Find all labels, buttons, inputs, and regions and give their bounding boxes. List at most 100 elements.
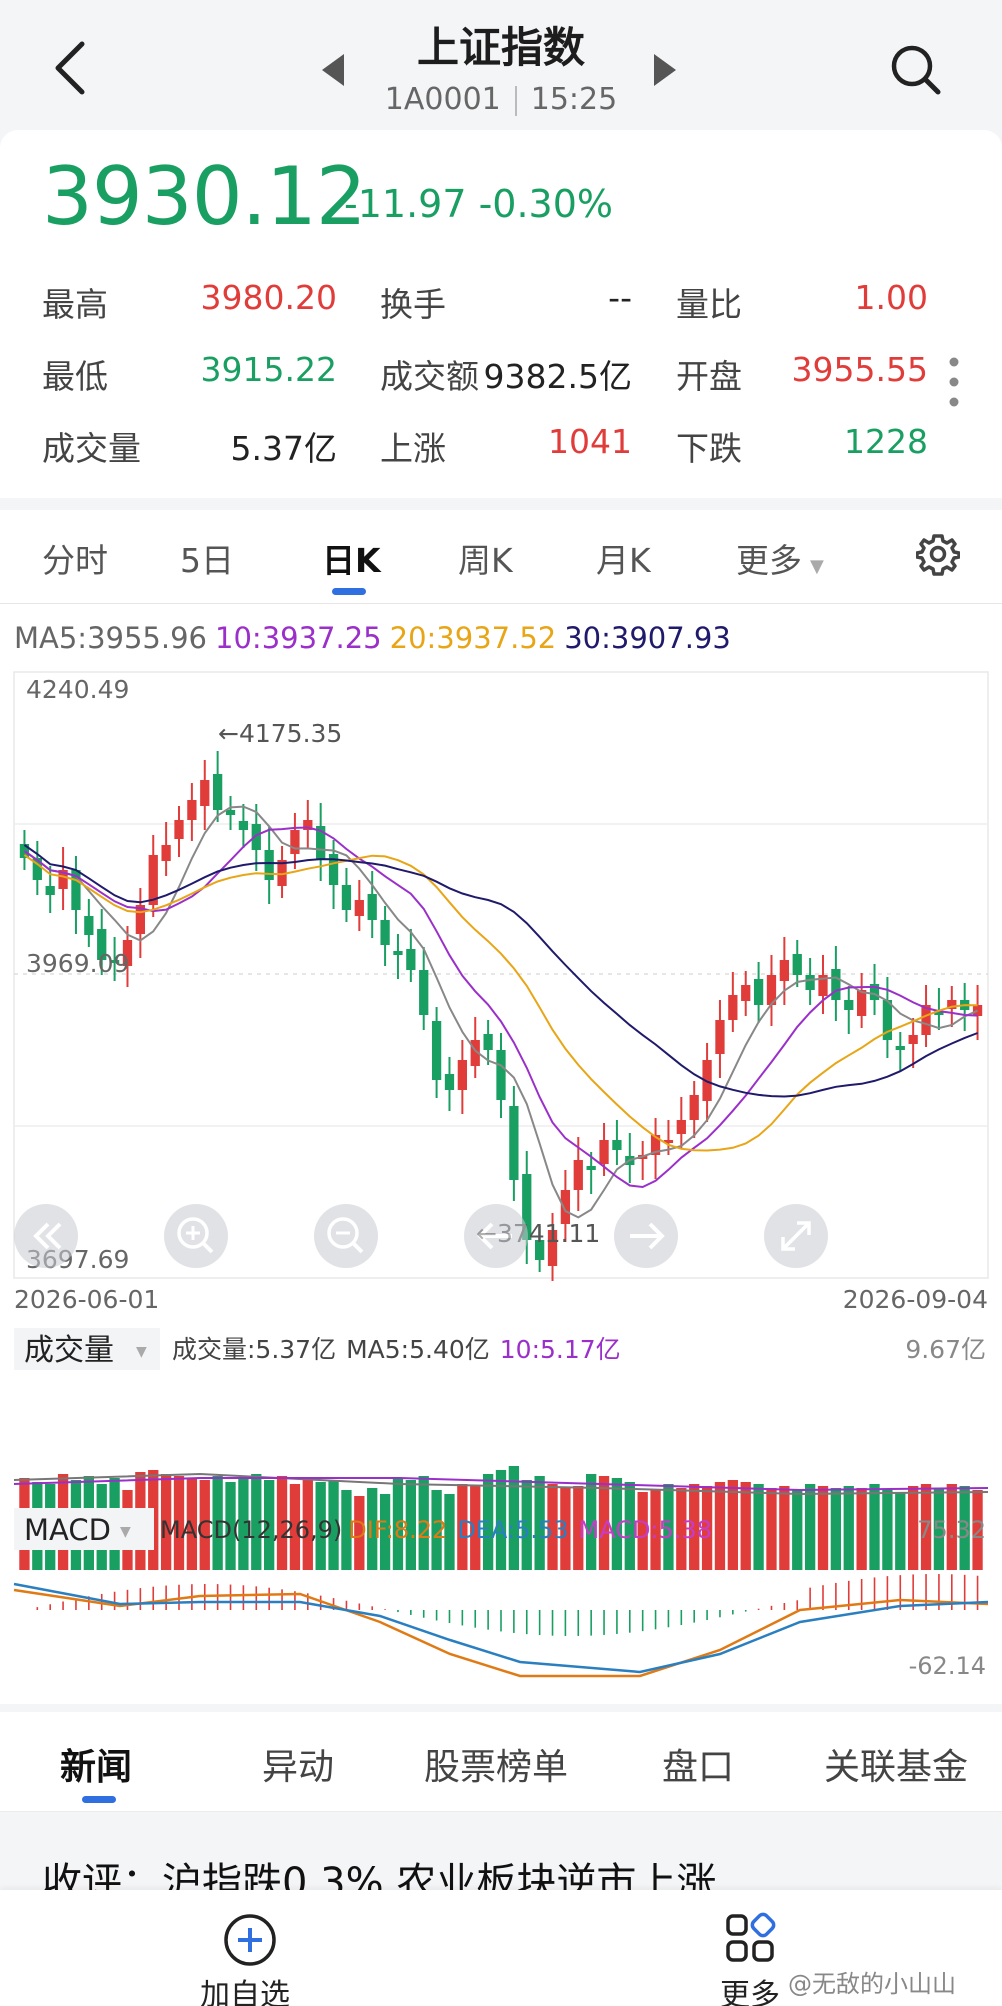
stat-label: 上涨 — [380, 429, 446, 468]
candle-body — [728, 995, 738, 1020]
more-label[interactable]: 更多 — [720, 1970, 780, 2006]
more-vertical-icon[interactable] — [944, 352, 964, 412]
settings-gear-icon[interactable] — [916, 532, 960, 576]
stat-value: 3915.22 — [200, 350, 337, 389]
stat-label: 换手 — [380, 285, 446, 324]
candle-body — [483, 1034, 493, 1050]
stat-value: 5.37亿 — [230, 429, 337, 468]
volume-bar — [804, 1484, 816, 1570]
stat-open: 开盘 3955.55 — [676, 350, 928, 396]
macd-group — [13, 1574, 989, 1678]
macd-panel-title: MACD — [24, 1513, 111, 1547]
volume-bar — [792, 1490, 803, 1570]
macd-min: -62.14 — [909, 1652, 986, 1680]
volume-bar — [766, 1488, 777, 1570]
ma10-legend-text: 10:3937.25 — [215, 621, 382, 655]
candle-body — [573, 1160, 583, 1190]
stat-rise-count: 上涨 1041 — [380, 422, 632, 468]
candle-body — [341, 885, 352, 910]
move-right-button[interactable] — [614, 1204, 678, 1268]
stat-label: 成交额 — [380, 357, 479, 396]
ma5-legend: MA5:3955.96 10:3937.25 20:3937.52 30:3907.9… — [14, 621, 731, 655]
candle-body — [805, 975, 815, 990]
next-stock-icon[interactable] — [650, 52, 680, 88]
zoom-in-button[interactable] — [164, 1204, 228, 1268]
candle-body — [367, 894, 377, 920]
candle-body — [419, 970, 429, 1015]
volume-dropdown-icon: ▼ — [136, 1344, 147, 1360]
candle-body — [393, 951, 403, 955]
candle-body — [908, 1035, 918, 1044]
date-end: 2026-09-04 — [843, 1285, 988, 1314]
page-title: 上证指数 — [416, 23, 585, 72]
stat-amount: 成交额 9382.5亿 — [380, 350, 632, 396]
candle-body — [612, 1140, 622, 1150]
stock-code-time: 1A0001 15:25 — [0, 82, 1002, 117]
tab-weekly-k[interactable]: 周K — [458, 534, 513, 582]
header: 上证指数 1A0001 15:25 — [0, 0, 1002, 130]
volume-bar — [753, 1484, 764, 1570]
candles-group — [19, 751, 983, 1281]
tab-5day[interactable]: 5日 — [180, 534, 234, 582]
move-left-button[interactable] — [464, 1204, 528, 1268]
high-annotation: ←4175.35 — [218, 719, 342, 748]
stat-value: 9382.5亿 — [483, 357, 632, 396]
volume-bar — [740, 1482, 751, 1570]
volume-ma5: MA5:5.40亿 — [346, 1335, 490, 1364]
scroll-left-button[interactable] — [14, 1204, 78, 1268]
stat-value: 1.00 — [854, 278, 928, 317]
volume-bar — [882, 1490, 893, 1570]
volume-bar — [727, 1480, 738, 1570]
candle-body — [689, 1095, 699, 1120]
macd-value: MACD:5.38 — [578, 1516, 711, 1544]
candle-body — [792, 954, 802, 975]
zoom-out-button[interactable] — [314, 1204, 378, 1268]
candle-body — [586, 1166, 596, 1170]
tab-related-funds[interactable]: 关联基金 — [824, 1738, 968, 1790]
ma-lines-group — [23, 805, 979, 1219]
stat-label: 开盘 — [676, 357, 742, 396]
stat-value: 1041 — [548, 422, 632, 461]
candle-body — [264, 850, 274, 880]
candle-body — [213, 774, 223, 810]
tab-more[interactable]: 更多 ▼ — [736, 534, 824, 582]
candle-body — [225, 810, 236, 815]
volume-ma10: 10:5.17亿 — [500, 1335, 621, 1364]
tab-intraday[interactable]: 分时 — [42, 534, 108, 582]
candle-body — [431, 1021, 442, 1080]
add-watchlist-label[interactable]: 加自选 — [200, 1970, 290, 2006]
volume-legend: 成交量:5.37亿 MA5:5.40亿 10:5.17亿 — [172, 1335, 621, 1364]
tab-order-book[interactable]: 盘口 — [662, 1738, 734, 1790]
ma20-legend-text: 20:3937.52 — [390, 621, 557, 655]
tab-stock-rank[interactable]: 股票榜单 — [424, 1738, 568, 1790]
candle-body — [676, 1120, 686, 1134]
dropdown-triangle-icon: ▼ — [810, 556, 824, 577]
kline-frame — [13, 671, 989, 1279]
search-icon[interactable] — [888, 42, 944, 98]
period-tabs: 分时 5日 日K 周K 月K 更多 ▼ — [0, 510, 1002, 604]
candle-body — [741, 985, 751, 1001]
candle-body — [238, 821, 249, 830]
divider — [514, 85, 517, 116]
date-start: 2026-06-01 — [14, 1285, 159, 1314]
tab-monthly-k[interactable]: 月K — [596, 534, 651, 582]
candle-body — [599, 1140, 609, 1164]
add-watchlist-icon[interactable] — [222, 1912, 278, 1968]
stat-volume-ratio: 量比 1.00 — [676, 278, 928, 324]
stat-low: 最低 3915.22 — [42, 350, 337, 396]
volume-current: 成交量:5.37亿 — [172, 1335, 336, 1364]
more-apps-icon[interactable] — [724, 1912, 776, 1964]
tab-movement[interactable]: 异动 — [262, 1738, 334, 1790]
macd-dropdown-icon: ▼ — [120, 1524, 131, 1540]
volume-bar — [895, 1492, 906, 1570]
current-price: 3930.12 — [42, 150, 367, 243]
kline-chart-svg[interactable]: MA5:3955.96 10:3937.25 20:3937.52 30:3907.9… — [0, 604, 1002, 1704]
stat-volume: 成交量 5.37亿 — [42, 422, 337, 468]
tab-news[interactable]: 新闻 — [60, 1738, 132, 1790]
fullscreen-button[interactable] — [764, 1204, 828, 1268]
watermark: @无敌的小山山 — [788, 1970, 956, 1998]
volume-bar — [714, 1482, 726, 1570]
candle-body — [844, 1000, 854, 1010]
candle-body — [174, 820, 184, 839]
tab-daily-k[interactable]: 日K — [322, 534, 381, 582]
